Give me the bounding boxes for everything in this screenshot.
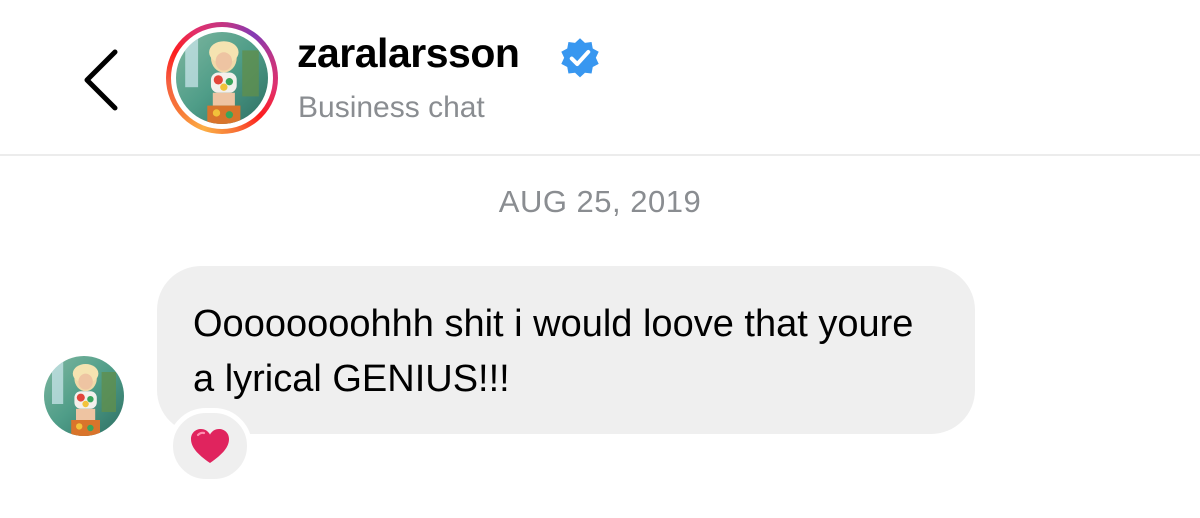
chat-subtitle: Business chat (298, 91, 485, 124)
message-bubble[interactable]: Oooooooohhh shit i would loove that your… (157, 266, 975, 434)
verified-badge-icon (561, 38, 599, 78)
profile-avatar-with-story-ring[interactable] (166, 22, 278, 134)
date-separator: AUG 25, 2019 (498, 184, 702, 219)
chat-header: zaralarsson Business chat (0, 0, 1200, 156)
sender-avatar[interactable] (44, 356, 124, 436)
message-text: Oooooooohhh shit i would loove that your… (193, 303, 924, 400)
chat-screen: zaralarsson Business chat AUG 25, 2019 O… (0, 0, 1200, 518)
heart-icon (191, 429, 229, 463)
chevron-left-icon (84, 49, 118, 111)
back-button[interactable] (70, 42, 132, 118)
username[interactable]: zaralarsson (297, 30, 520, 77)
profile-photo (176, 32, 268, 124)
message-reaction[interactable] (168, 408, 252, 484)
